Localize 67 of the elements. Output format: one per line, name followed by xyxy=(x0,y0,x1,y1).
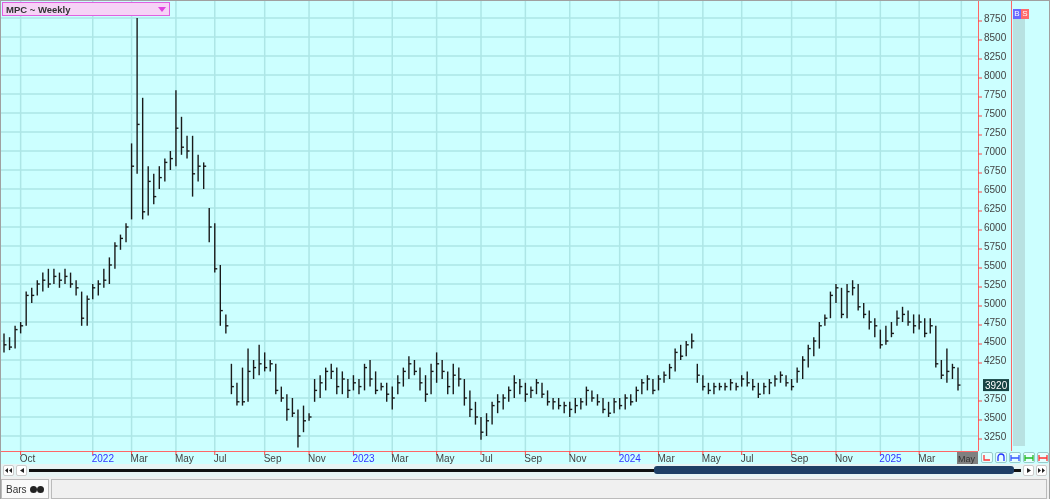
axis-label: Mar xyxy=(130,453,148,464)
axis-label: 8250 xyxy=(984,51,1007,62)
axis-label: 5250 xyxy=(984,279,1007,290)
axis-label: Oct xyxy=(19,453,36,464)
double-triangle-right-icon xyxy=(1038,468,1045,473)
axis-label: May xyxy=(435,453,455,464)
axis-label: 8750 xyxy=(984,13,1007,24)
axis-label: 7750 xyxy=(984,89,1007,100)
signal-badge[interactable]: B xyxy=(1013,9,1021,19)
axis-label: 6750 xyxy=(984,165,1007,176)
axis-label: 7500 xyxy=(984,108,1007,119)
axis-label: 4750 xyxy=(984,317,1007,328)
axis-label: Mar xyxy=(918,453,936,464)
tab-label: Bars xyxy=(6,483,27,495)
caret-icon xyxy=(158,6,166,12)
span-icon xyxy=(1024,453,1034,462)
axis-label: 4500 xyxy=(984,336,1007,347)
scrollbar-thumb[interactable] xyxy=(654,466,1014,474)
symbol-dropdown[interactable]: MPC ~ Weekly xyxy=(2,2,170,16)
axis-label: Jul xyxy=(213,453,227,464)
arch-icon xyxy=(996,453,1006,462)
axis-label: 6500 xyxy=(984,184,1007,195)
status-tab[interactable]: Bars xyxy=(1,479,49,499)
scroll-start-button[interactable] xyxy=(3,465,14,476)
chart-tool-button[interactable] xyxy=(1009,452,1021,463)
scroll-right-button[interactable] xyxy=(1023,465,1034,476)
scroll-left-button[interactable] xyxy=(16,465,27,476)
scroll-end-button[interactable] xyxy=(1036,465,1047,476)
axis-label: 5500 xyxy=(984,260,1007,271)
axis-label: Sep xyxy=(263,453,282,464)
span-icon xyxy=(1038,453,1048,462)
axis-label: Sep xyxy=(790,453,809,464)
axis-label: 2023 xyxy=(352,453,375,464)
axis-label: 3750 xyxy=(984,393,1007,404)
axis-label: Nov xyxy=(308,453,326,464)
axis-label: Mar xyxy=(657,453,675,464)
axis-label: May xyxy=(701,453,721,464)
axis-label: 3500 xyxy=(984,412,1007,423)
axis-label: May xyxy=(174,453,194,464)
price-badge: 3920 xyxy=(983,379,1009,392)
axis-label: 2022 xyxy=(91,453,114,464)
span-icon xyxy=(1010,453,1020,462)
axis-label: Mar xyxy=(391,453,409,464)
current-date-marker: May xyxy=(957,452,978,464)
axis-label: 2025 xyxy=(879,453,902,464)
axis-label: Jul xyxy=(480,453,493,464)
triangle-right-icon xyxy=(1026,468,1031,473)
axis-label: 8000 xyxy=(984,70,1007,81)
axis-label: Nov xyxy=(568,453,587,464)
axis-label: 7000 xyxy=(984,146,1007,157)
axis-label: 8500 xyxy=(984,32,1007,43)
axis-label: 2024 xyxy=(618,453,641,464)
chart-tool-button[interactable] xyxy=(995,452,1007,463)
double-triangle-left-icon xyxy=(5,468,12,473)
triangle-left-icon xyxy=(19,468,24,473)
axis-label: Nov xyxy=(835,453,853,464)
dropdown-label: MPC ~ Weekly xyxy=(6,3,71,15)
axis-label: 6000 xyxy=(984,222,1007,233)
axis-label: 7250 xyxy=(984,127,1007,138)
axis-label: 5000 xyxy=(984,298,1007,309)
axis-label: Sep xyxy=(524,453,543,464)
axis-label: 6250 xyxy=(984,203,1007,214)
axis-label: 5750 xyxy=(984,241,1007,252)
axis-label: 4250 xyxy=(984,355,1007,366)
two-dots-icon xyxy=(29,485,44,493)
axis-label: 3250 xyxy=(984,431,1007,442)
axis-label: Jul xyxy=(740,453,754,464)
